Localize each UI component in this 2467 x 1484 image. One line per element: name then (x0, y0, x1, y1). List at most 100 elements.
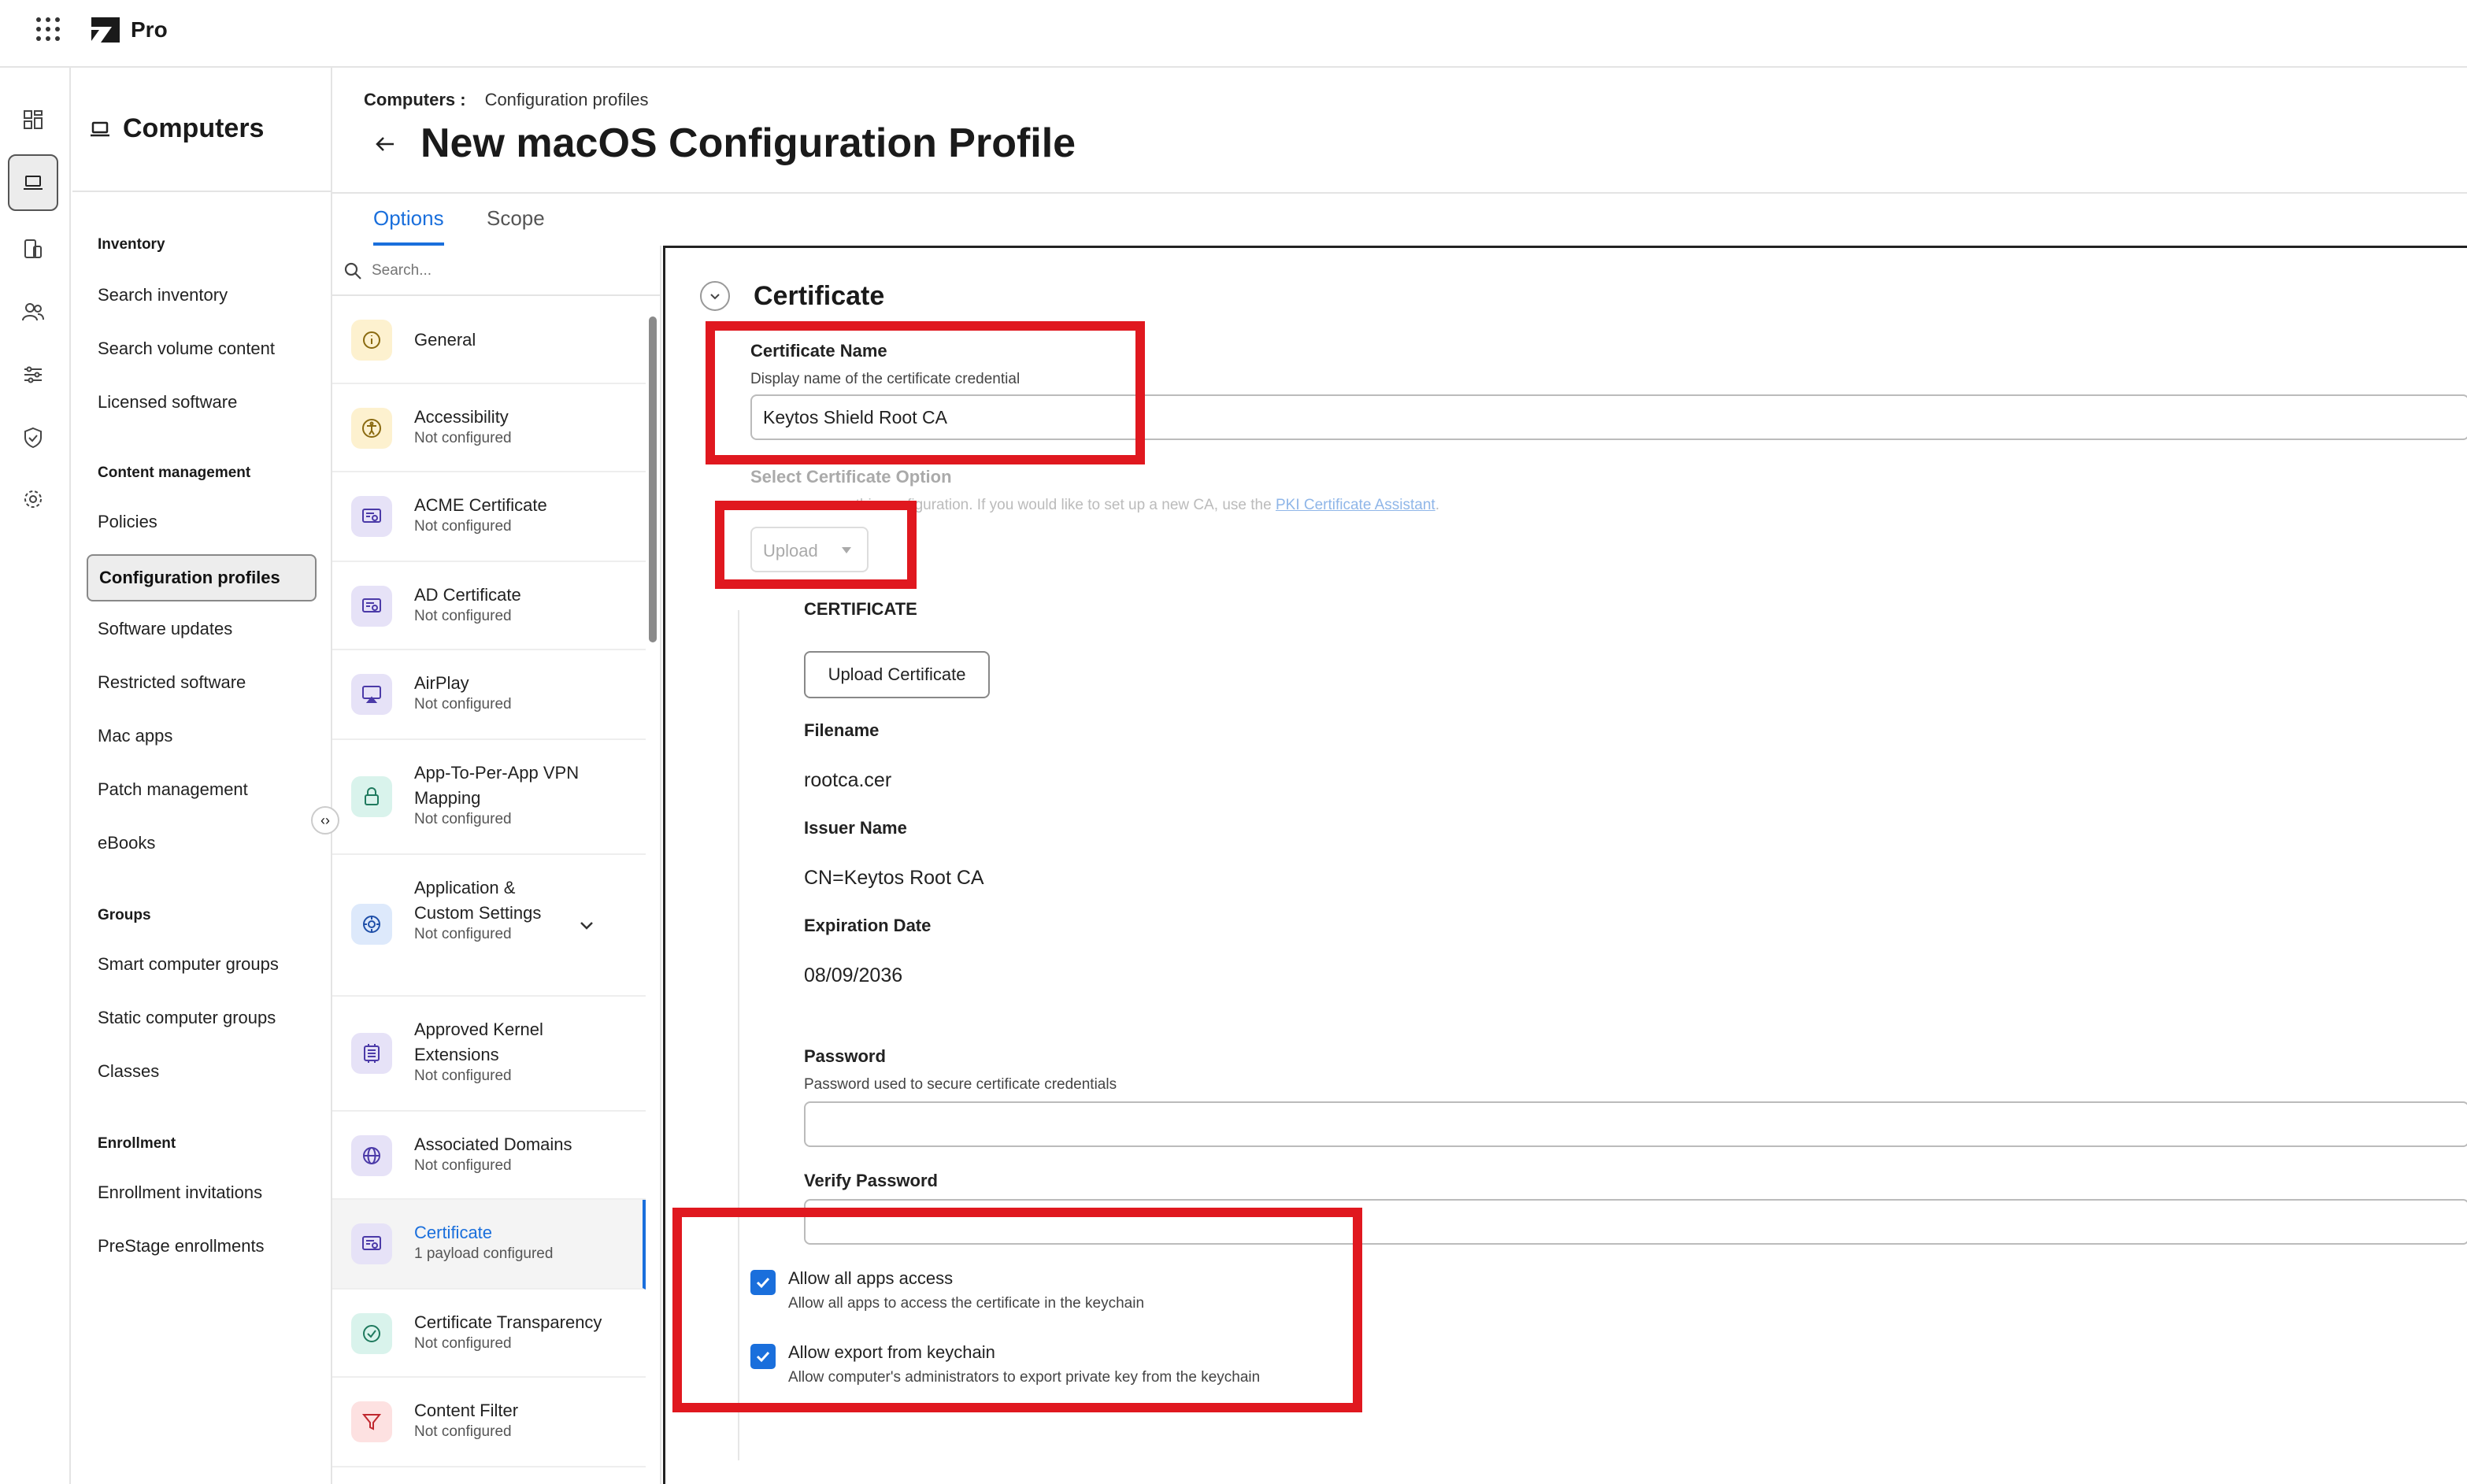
payload-status: Not configured (414, 926, 512, 942)
collapse-nav-icon[interactable]: ‹› (311, 806, 339, 835)
tab-options[interactable]: Options (373, 206, 444, 246)
search-input[interactable] (372, 258, 632, 283)
verify-password-input[interactable] (804, 1199, 2467, 1245)
tab-scope[interactable]: Scope (487, 206, 545, 246)
allow-export-label: Allow export from keychain (788, 1342, 995, 1362)
laptop-icon (91, 121, 109, 136)
caret-down-icon (842, 547, 851, 553)
allow-all-apps-label: Allow all apps access (788, 1268, 954, 1288)
product-logo (91, 17, 120, 43)
certificate-name-help: Display name of the certificate credenti… (750, 371, 1021, 387)
payload-list: General Accessibility Not configured ACME… (332, 246, 661, 1484)
users-icon[interactable] (8, 283, 58, 340)
payload-item-content-filter[interactable]: Content Filter Not configured (332, 1378, 646, 1467)
payload-item-acme-certificate[interactable]: ACME Certificate Not configured (332, 472, 646, 562)
filename-label: Filename (804, 720, 880, 740)
payload-item-certificate[interactable]: Certificate 1 payload configured (332, 1200, 646, 1290)
nav-section-enrollment: Enrollment (98, 1135, 176, 1152)
payload-item-accessibility[interactable]: Accessibility Not configured (332, 384, 646, 472)
check-circle-icon (351, 1313, 392, 1354)
checkmark-icon (756, 1351, 770, 1363)
nav-link-classes[interactable]: Classes (98, 1061, 159, 1082)
chevron-down-icon[interactable] (576, 915, 597, 935)
dashboard-icon[interactable] (8, 91, 58, 148)
verify-password-label: Verify Password (804, 1171, 938, 1190)
filter-icon (351, 1401, 392, 1442)
payload-name: AirPlay (414, 673, 469, 693)
payload-item-certificate-transparency[interactable]: Certificate Transparency Not configured (332, 1290, 646, 1378)
certificate-option-select[interactable]: Upload (750, 527, 869, 572)
allow-all-apps-help: Allow all apps to access the certificate… (788, 1295, 1145, 1312)
payload-status: Not configured (414, 518, 512, 535)
scrollbar[interactable] (649, 316, 657, 642)
expiration-date-value: 08/09/2036 (804, 964, 903, 986)
nav-link-ebooks[interactable]: eBooks (98, 833, 155, 853)
payload-status: Not configured (414, 696, 512, 712)
back-arrow-icon[interactable] (373, 132, 397, 156)
upload-certificate-button[interactable]: Upload Certificate (804, 651, 990, 698)
nav-link-software-updates[interactable]: Software updates (98, 619, 232, 639)
certificate-heading: CERTIFICATE (804, 599, 917, 619)
allow-all-apps-checkbox[interactable] (750, 1270, 776, 1295)
breadcrumb-root[interactable]: Computers : (364, 90, 466, 109)
filename-value: rootca.cer (804, 769, 892, 791)
certificate-name-label: Certificate Name (750, 341, 887, 361)
checkmark-icon (756, 1277, 770, 1289)
payload-item-app-to-per-app-vpn[interactable]: App-To-Per-App VPN Mapping Not configured (332, 740, 646, 855)
nav-link-search-inventory[interactable]: Search inventory (98, 285, 228, 305)
payload-status: Not configured (414, 1068, 512, 1084)
expiration-date-label: Expiration Date (804, 916, 932, 935)
nav-section-content-management: Content management (98, 464, 251, 481)
shield-icon[interactable] (8, 409, 58, 466)
payload-status: Not configured (414, 1157, 512, 1174)
section-collapse-toggle[interactable] (700, 281, 730, 311)
nav-link-licensed-software[interactable]: Licensed software (98, 392, 237, 413)
payload-name: App-To-Per-App VPN Mapping (414, 763, 580, 808)
nav-link-patch-management[interactable]: Patch management (98, 779, 248, 800)
pki-assistant-link[interactable]: PKI Certificate Assistant (1276, 497, 1435, 513)
kernel-icon (351, 1033, 392, 1074)
gear-icon[interactable] (8, 471, 58, 527)
payload-name: Certificate (414, 1223, 493, 1242)
password-input[interactable] (804, 1101, 2467, 1147)
chevron-down-icon (710, 294, 720, 300)
payload-name: Content Filter (414, 1401, 519, 1420)
airplay-icon (351, 674, 392, 715)
lock-icon (351, 776, 392, 817)
payload-status: 1 payload configured (414, 1245, 554, 1262)
search-icon (344, 262, 361, 279)
nav-link-mac-apps[interactable]: Mac apps (98, 726, 172, 746)
certificate-icon (351, 496, 392, 537)
app-launcher-icon[interactable] (36, 17, 60, 41)
nav-link-enrollment-invitations[interactable]: Enrollment invitations (98, 1182, 262, 1203)
devices-icon[interactable] (8, 220, 58, 277)
nav-link-restricted-software[interactable]: Restricted software (98, 672, 246, 693)
payload-item-general[interactable]: General (332, 296, 646, 384)
nav-link-search-volume-content[interactable]: Search volume content (98, 339, 275, 359)
payload-item-ad-certificate[interactable]: AD Certificate Not configured (332, 562, 646, 650)
payload-item-approved-kernel-extensions[interactable]: Approved Kernel Extensions Not configured (332, 997, 646, 1112)
payload-name: AD Certificate (414, 585, 521, 605)
nav-section-inventory: Inventory (98, 236, 165, 253)
section-nav: Computers Inventory Search inventory Sea… (72, 68, 332, 1484)
breadcrumb-current: Configuration profiles (484, 90, 649, 109)
payload-item-associated-domains[interactable]: Associated Domains Not configured (332, 1112, 646, 1200)
globe-icon (351, 1135, 392, 1176)
payload-item-airplay[interactable]: AirPlay Not configured (332, 650, 646, 740)
nav-link-configuration-profiles[interactable]: Configuration profiles (87, 554, 317, 601)
icon-rail (0, 68, 71, 1484)
settings-icon (351, 904, 392, 945)
payload-status: Not configured (414, 1335, 512, 1352)
certificate-name-input[interactable] (750, 394, 2467, 440)
payload-name: Application & Custom Settings (414, 878, 542, 923)
nav-link-prestage-enrollments[interactable]: PreStage enrollments (98, 1236, 265, 1256)
accessibility-icon (351, 408, 392, 449)
settings-sliders-icon[interactable] (8, 346, 58, 403)
allow-export-checkbox[interactable] (750, 1344, 776, 1369)
computers-icon[interactable] (8, 154, 58, 211)
payload-item-application-custom-settings[interactable]: Application & Custom Settings Not configu… (332, 855, 646, 997)
nav-link-static-computer-groups[interactable]: Static computer groups (98, 1008, 276, 1028)
product-name: Pro (131, 17, 168, 42)
nav-link-smart-computer-groups[interactable]: Smart computer groups (98, 954, 279, 975)
nav-link-policies[interactable]: Policies (98, 512, 157, 532)
